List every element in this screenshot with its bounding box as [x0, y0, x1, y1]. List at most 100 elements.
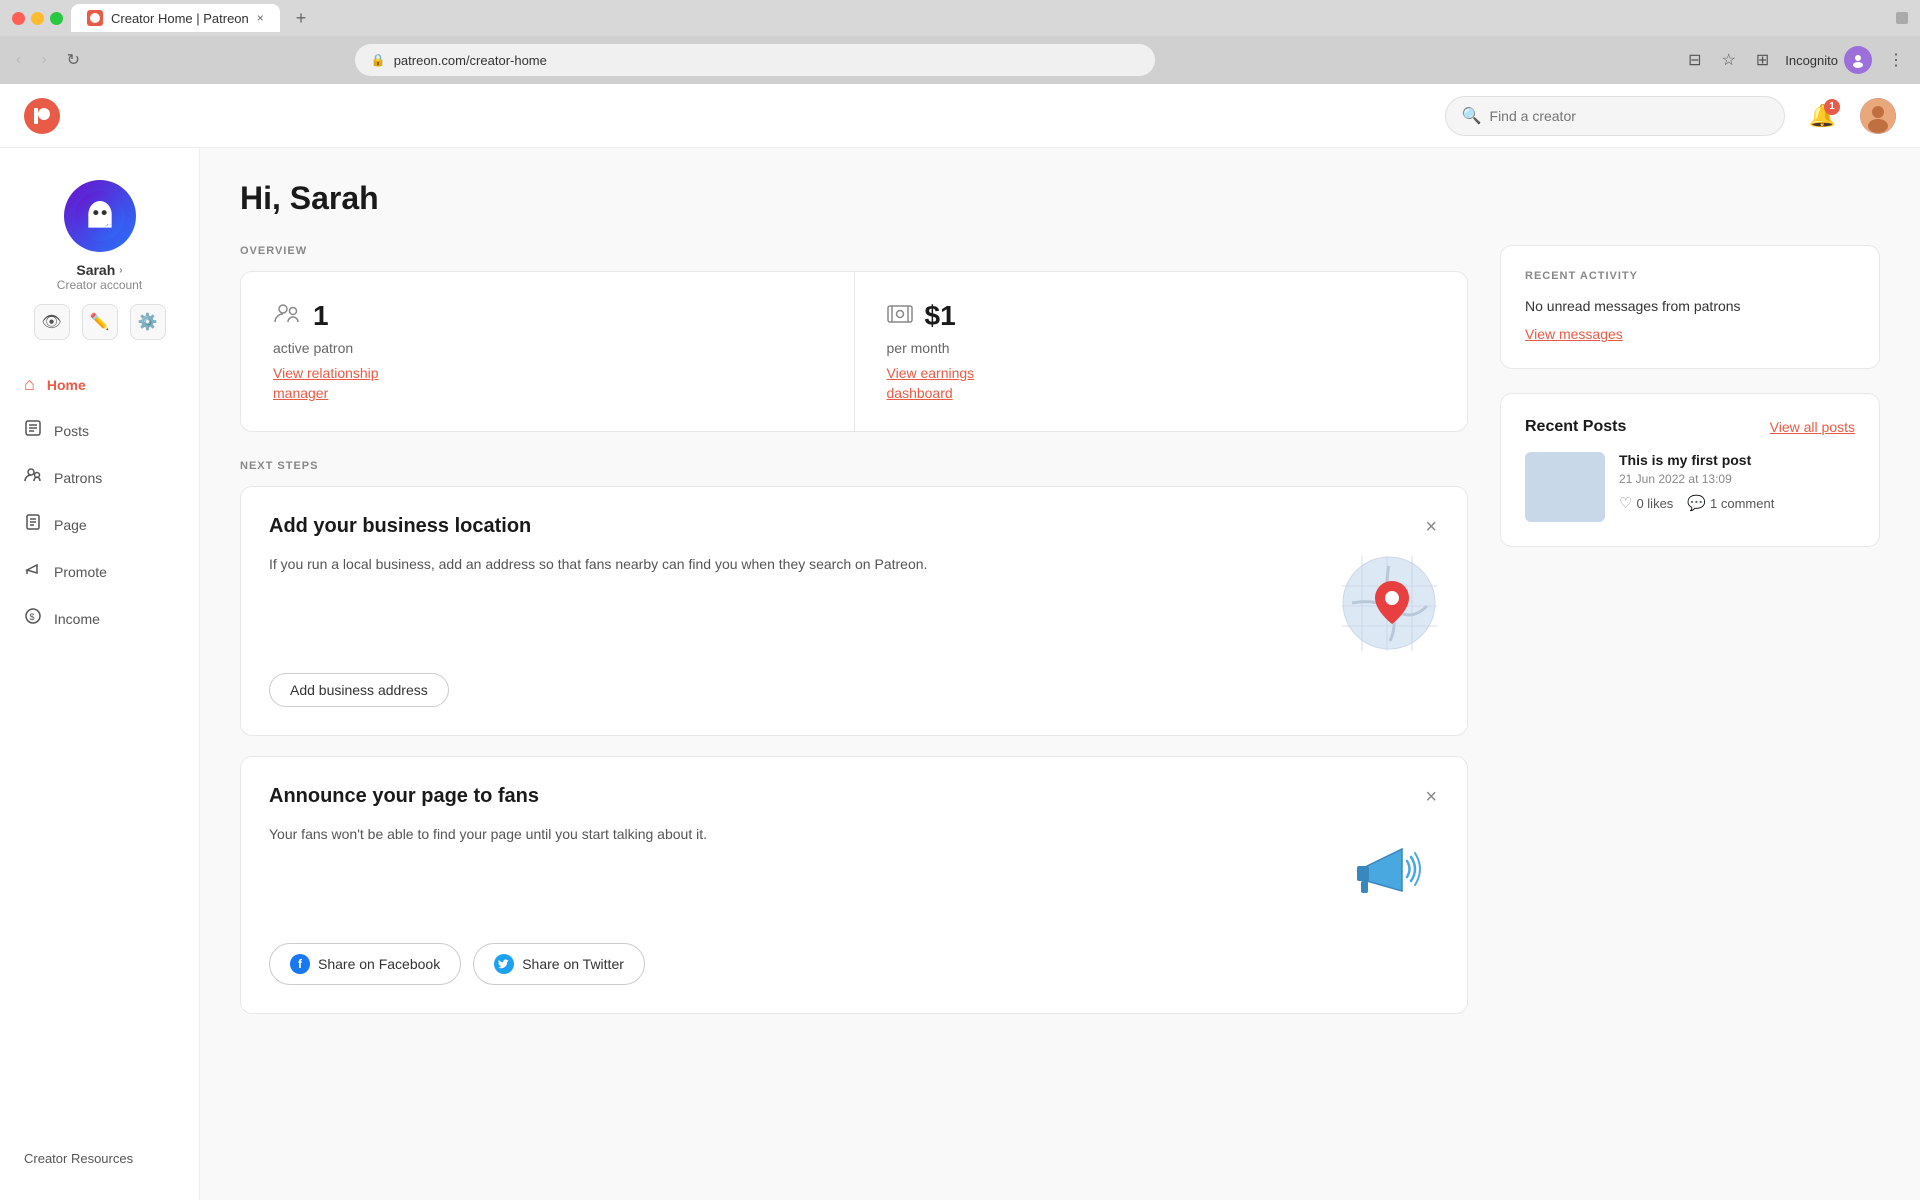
sidebar-footer: Creator Resources	[0, 1138, 199, 1180]
tab-favicon	[87, 10, 103, 26]
back-button[interactable]: ‹	[12, 47, 25, 73]
sidebar-item-home[interactable]: ⌂ Home	[12, 364, 187, 405]
announce-page-close-button[interactable]: ×	[1423, 785, 1439, 809]
map-illustration	[1339, 553, 1439, 653]
search-bar[interactable]: 🔍	[1445, 96, 1785, 136]
view-page-button[interactable]: 👁	[34, 304, 70, 340]
sidebar-item-patrons[interactable]: Patrons	[12, 456, 187, 499]
window-control	[1896, 12, 1908, 24]
patrons-stat-icon	[273, 302, 301, 330]
earnings-stat-icon	[887, 302, 913, 330]
view-messages-link[interactable]: View messages	[1525, 326, 1623, 342]
share-facebook-button[interactable]: f Share on Facebook	[269, 943, 461, 985]
post-title[interactable]: This is my first post	[1619, 452, 1774, 468]
announce-page-card: Announce your page to fans × Your fans w…	[240, 756, 1468, 1014]
twitter-icon	[494, 954, 514, 974]
promote-icon	[24, 560, 42, 583]
profile-name[interactable]: Sarah ›	[76, 262, 122, 278]
tab-close-button[interactable]: ×	[257, 11, 264, 25]
business-location-body: If you run a local business, add an addr…	[269, 553, 1439, 653]
main-layout: Sarah › Creator account 👁 ✏️ ⚙️	[0, 148, 1920, 1200]
sidebar-item-income[interactable]: $ Income	[12, 597, 187, 640]
patrons-label: active patron	[273, 340, 822, 356]
patrons-stat-header: 1	[273, 300, 822, 332]
extensions-icon[interactable]: ⊞	[1752, 46, 1773, 74]
minimize-window-button[interactable]	[31, 12, 44, 25]
post-date: 21 Jun 2022 at 13:09	[1619, 472, 1774, 486]
add-business-address-button[interactable]: Add business address	[269, 673, 449, 707]
patrons-icon	[24, 466, 42, 489]
incognito-label: Incognito	[1785, 53, 1838, 68]
right-column: RECENT ACTIVITY No unread messages from …	[1500, 245, 1880, 1034]
settings-button[interactable]: ⚙️	[130, 304, 166, 340]
sidebar-item-promote[interactable]: Promote	[12, 550, 187, 593]
post-stats: ♡ 0 likes 💬 1 comment	[1619, 494, 1774, 512]
sidebar-nav: ⌂ Home Posts Patrons	[0, 364, 199, 1138]
post-thumbnail	[1525, 452, 1605, 522]
sidebar-item-posts[interactable]: Posts	[12, 409, 187, 452]
business-location-close-button[interactable]: ×	[1423, 515, 1439, 539]
fullscreen-window-button[interactable]	[50, 12, 63, 25]
gear-icon: ⚙️	[138, 312, 158, 332]
profile-chevron-icon: ›	[119, 265, 122, 276]
posts-icon	[24, 419, 42, 442]
share-twitter-button[interactable]: Share on Twitter	[473, 943, 645, 985]
view-relationship-link[interactable]: View relationship manager	[273, 364, 822, 403]
traffic-lights	[12, 12, 63, 25]
income-icon: $	[24, 607, 42, 630]
logo-icon	[24, 98, 60, 134]
reload-button[interactable]: ↻	[63, 46, 84, 74]
patreon-logo[interactable]	[24, 98, 60, 134]
business-location-card: Add your business location × If you run …	[240, 486, 1468, 736]
incognito-profile[interactable]: Incognito	[1785, 46, 1872, 74]
eye-icon: 👁	[41, 312, 61, 332]
view-earnings-link[interactable]: View earnings dashboard	[887, 364, 1436, 403]
avatar[interactable]	[64, 180, 136, 252]
tab-title: Creator Home | Patreon	[111, 11, 249, 26]
user-avatar[interactable]	[1860, 98, 1896, 134]
announce-page-body: Your fans won't be able to find your pag…	[269, 823, 1439, 923]
content-columns: OVERVIEW 1 active patron	[240, 245, 1880, 1034]
announce-page-header: Announce your page to fans ×	[269, 785, 1439, 809]
edit-page-button[interactable]: ✏️	[82, 304, 118, 340]
view-all-posts-link[interactable]: View all posts	[1770, 419, 1855, 435]
address-bar[interactable]: 🔒 patreon.com/creator-home	[355, 44, 1155, 76]
megaphone-illustration	[1339, 823, 1439, 923]
cast-icon[interactable]: ⊟	[1684, 46, 1705, 74]
url-text: patreon.com/creator-home	[394, 53, 547, 68]
business-location-header: Add your business location ×	[269, 515, 1439, 539]
close-window-button[interactable]	[12, 12, 25, 25]
post-info: This is my first post 21 Jun 2022 at 13:…	[1619, 452, 1774, 512]
bookmark-icon[interactable]: ☆	[1717, 46, 1739, 74]
earnings-label: per month	[887, 340, 1436, 356]
creator-resources-link[interactable]: Creator Resources	[24, 1151, 133, 1166]
no-messages-text: No unread messages from patrons	[1525, 298, 1855, 314]
next-steps-label: NEXT STEPS	[240, 460, 1468, 472]
notifications-bell[interactable]: 🔔 1	[1809, 103, 1836, 129]
earnings-stat-header: $1	[887, 300, 1436, 332]
post-comments: 💬 1 comment	[1687, 494, 1774, 512]
heart-icon: ♡	[1619, 494, 1632, 512]
left-column: OVERVIEW 1 active patron	[240, 245, 1468, 1034]
svg-text:$: $	[30, 612, 35, 622]
recent-activity-label: RECENT ACTIVITY	[1525, 270, 1855, 282]
business-location-actions: Add business address	[269, 673, 1439, 707]
profile-actions: 👁 ✏️ ⚙️	[34, 304, 166, 340]
browser-tab[interactable]: Creator Home | Patreon ×	[71, 4, 280, 32]
post-item: This is my first post 21 Jun 2022 at 13:…	[1525, 452, 1855, 522]
top-navigation: 🔍 🔔 1	[0, 84, 1920, 148]
forward-button[interactable]: ›	[37, 47, 50, 73]
sidebar: Sarah › Creator account 👁 ✏️ ⚙️	[0, 148, 200, 1200]
business-location-text: If you run a local business, add an addr…	[269, 553, 1323, 575]
app: 🔍 🔔 1	[0, 84, 1920, 1200]
sidebar-item-page[interactable]: Page	[12, 503, 187, 546]
browser-actions: ⊟ ☆ ⊞ Incognito ⋮	[1684, 46, 1908, 74]
edit-icon: ✏️	[90, 312, 110, 332]
search-input[interactable]	[1490, 108, 1768, 124]
new-tab-button[interactable]: +	[288, 6, 315, 31]
more-options-icon[interactable]: ⋮	[1884, 46, 1908, 74]
sidebar-profile: Sarah › Creator account 👁 ✏️ ⚙️	[0, 168, 199, 364]
facebook-icon: f	[290, 954, 310, 974]
comment-icon: 💬	[1687, 494, 1706, 512]
notification-badge: 1	[1824, 99, 1840, 115]
